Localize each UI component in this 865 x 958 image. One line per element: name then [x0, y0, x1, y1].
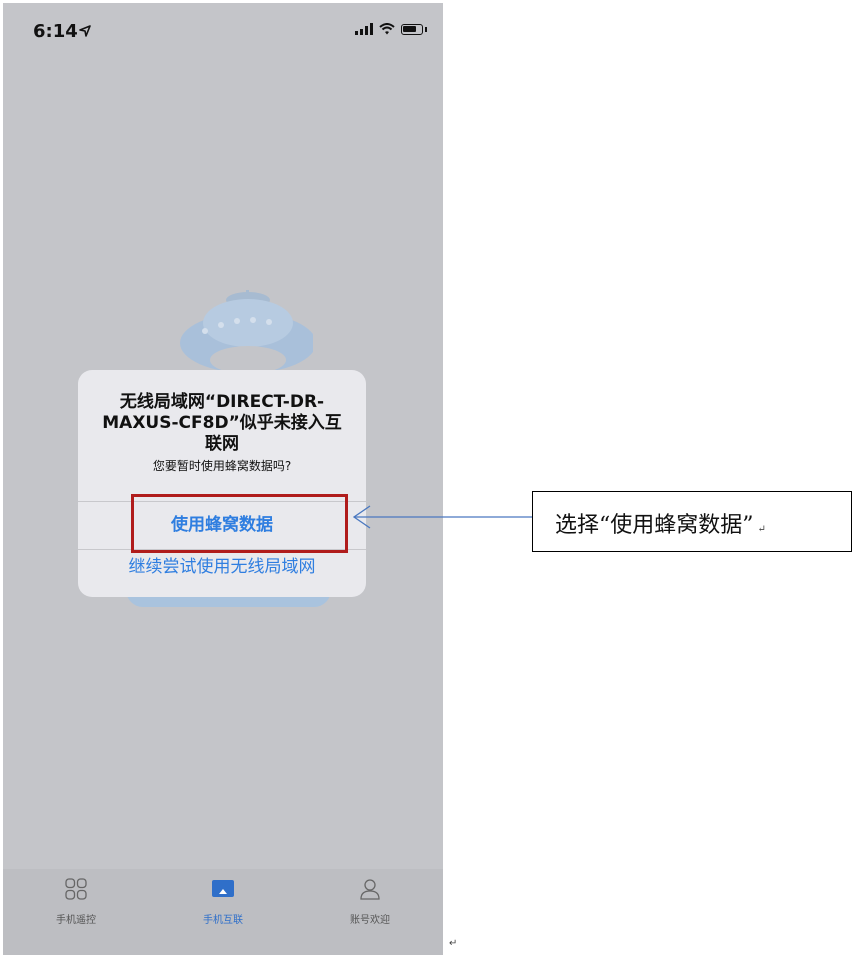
alert-title-line: 无线局域网“DIRECT-DR- — [119, 392, 325, 412]
paragraph-mark: ↵ — [757, 524, 766, 535]
alert-title-line: 联网 — [205, 434, 239, 454]
battery-cap — [425, 26, 427, 32]
highlight-box — [131, 494, 348, 553]
tab-bar: 手机遥控 手机互联 账号欢迎 — [3, 869, 443, 955]
keep-trying-wlan-button[interactable]: 继续尝试使用无线局域网 — [78, 551, 366, 583]
alert-title: 无线局域网“DIRECT-DR- MAXUS-CF8D”似乎未接入互 联网 — [88, 392, 356, 455]
tab-phone-connect[interactable]: 手机互联 — [178, 877, 268, 926]
alert-message: 您要暂时使用蜂窝数据吗? — [152, 459, 292, 473]
status-icons — [355, 23, 427, 35]
callout-box: 选择“使用蜂窝数据” ↵ — [532, 491, 852, 552]
tab-account[interactable]: 账号欢迎 — [325, 877, 415, 926]
status-bar: 6:14 — [3, 3, 443, 59]
callout-text: 选择“使用蜂窝数据” ↵ — [555, 507, 766, 539]
grid-icon — [65, 878, 87, 900]
wifi-icon — [379, 23, 395, 35]
tab-label: 账号欢迎 — [350, 915, 390, 926]
callout-label: 选择“使用蜂窝数据” — [555, 513, 754, 538]
network-alert-dialog: 无线局域网“DIRECT-DR- MAXUS-CF8D”似乎未接入互 联网 您要… — [78, 370, 366, 597]
battery-icon — [401, 23, 423, 35]
alert-title-line: MAXUS-CF8D”似乎未接入互 — [102, 413, 342, 433]
tab-phone-remote[interactable]: 手机遥控 — [31, 877, 121, 926]
screen-cast-icon — [212, 880, 234, 897]
cellular-signal-icon — [355, 23, 373, 35]
paragraph-mark: ↵ — [449, 938, 458, 949]
status-time: 6:14 — [33, 21, 78, 42]
tab-label: 手机遥控 — [56, 915, 96, 926]
person-icon — [360, 879, 380, 900]
location-arrow-icon — [79, 25, 91, 37]
tab-label: 手机互联 — [203, 915, 243, 926]
